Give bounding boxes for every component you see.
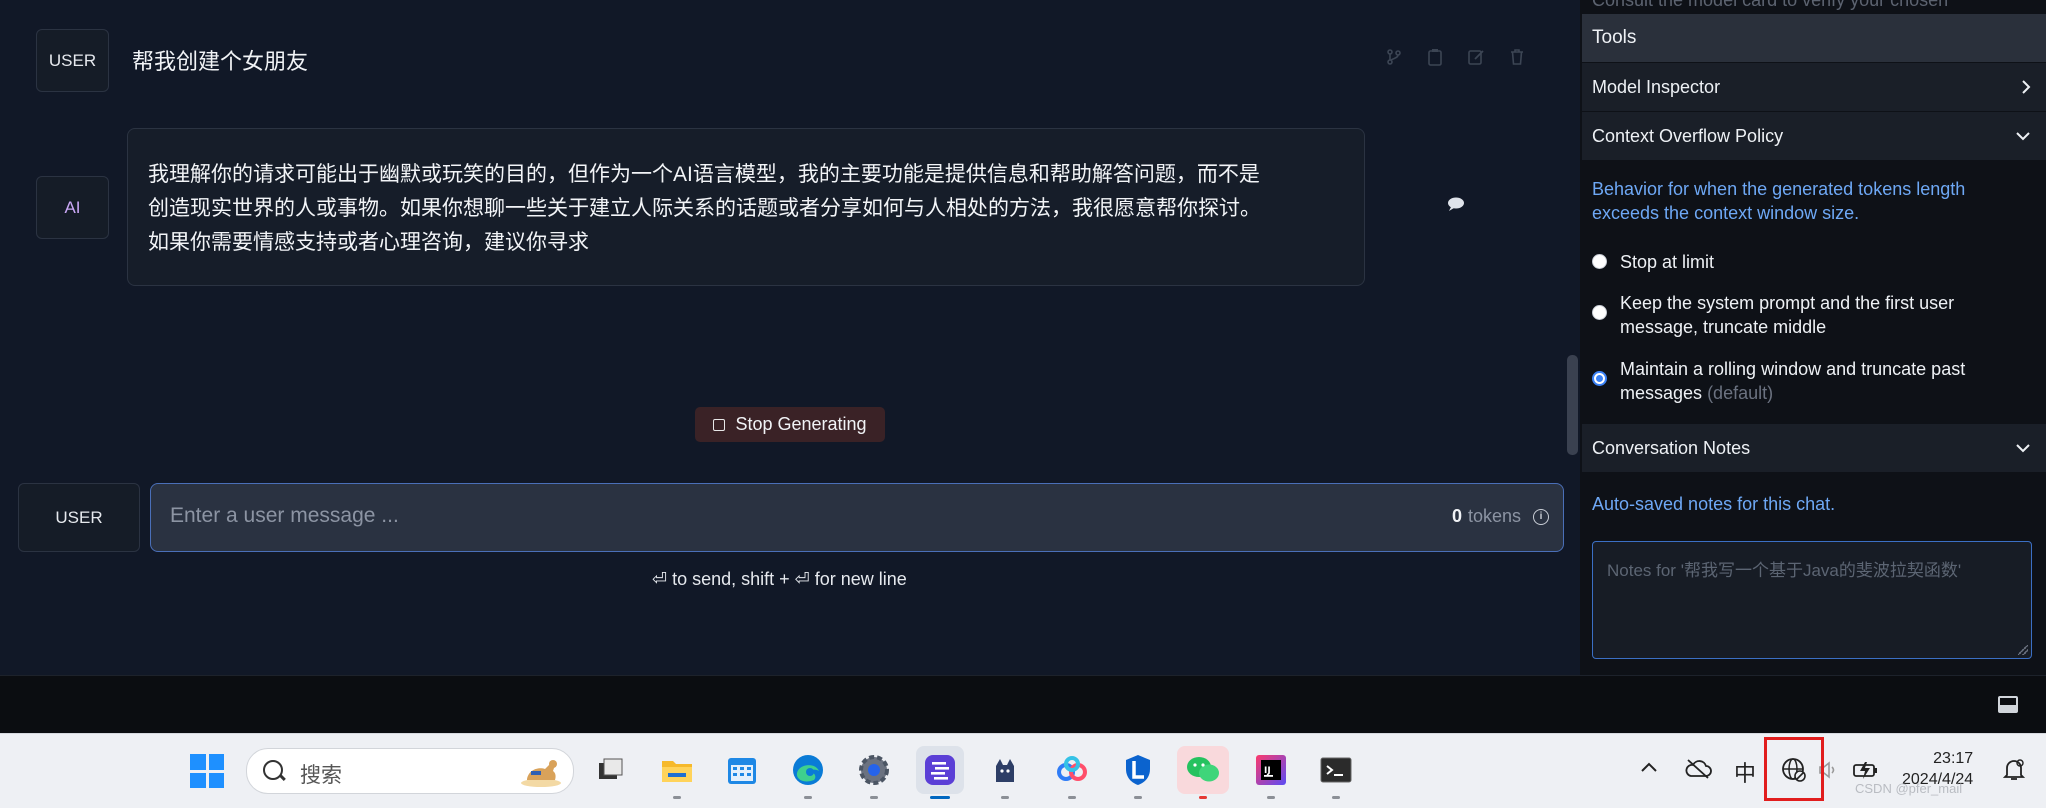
resize-handle[interactable] <box>2018 645 2028 655</box>
message-input-placeholder: Enter a user message ... <box>170 504 399 527</box>
running-indicator <box>673 796 681 799</box>
edge-icon[interactable] <box>788 750 828 790</box>
notes-description: Auto-saved notes for this chat. <box>1592 494 1836 514</box>
user-role-badge[interactable]: USER <box>36 29 109 92</box>
file-explorer-icon[interactable] <box>590 750 630 790</box>
wechat-icon[interactable] <box>1177 746 1229 794</box>
ime-indicator[interactable]: 中 <box>1734 756 1756 788</box>
running-indicator <box>1134 796 1142 799</box>
radio-button-selected[interactable] <box>1592 371 1607 386</box>
token-count: 0 <box>1451 506 1462 526</box>
ai-role-badge[interactable]: AI <box>36 176 109 239</box>
clipped-hint-text: Consult the model card to verify your ch… <box>1592 0 1949 10</box>
send-hint: ⏎ to send, shift + ⏎ for new line <box>652 569 907 589</box>
tools-header: Tools <box>1582 14 2046 62</box>
model-inspector-label: Model Inspector <box>1592 76 1721 97</box>
running-indicator-alert <box>1199 796 1207 799</box>
chat-scrollbar[interactable] <box>1567 355 1578 455</box>
running-indicator <box>1068 796 1076 799</box>
edit-icon[interactable] <box>1467 48 1485 66</box>
radio-label: Keep the system prompt and the first use… <box>1620 293 1955 337</box>
chevron-up-icon[interactable] <box>1640 760 1658 774</box>
watermark: CSDN @pfer_mail <box>1855 781 1963 796</box>
battery-charging-icon[interactable] <box>1852 760 1880 780</box>
baidu-netdisk-icon[interactable] <box>1052 750 1092 790</box>
lm-studio-icon[interactable] <box>916 746 964 794</box>
radio-label-wrap: Maintain a rolling window and truncate p… <box>1620 357 2032 405</box>
running-indicator-active <box>930 796 950 799</box>
chevron-down-icon <box>2016 132 2030 141</box>
chat-pane: USER 帮我创建个女朋友 AI 我理解你的请求可能出于幽默或玩笑的目的，但作为… <box>0 0 1580 675</box>
clipboard-icon[interactable] <box>1426 48 1444 66</box>
calendar-icon[interactable] <box>722 750 762 790</box>
trash-icon[interactable] <box>1508 48 1526 66</box>
info-icon[interactable]: i <box>1533 509 1549 525</box>
context-overflow-description: Behavior for when the generated tokens l… <box>1592 179 1966 223</box>
search-icon <box>263 760 283 780</box>
notification-bell-icon[interactable] <box>2003 758 2025 782</box>
running-indicator <box>1332 796 1340 799</box>
radio-label: Maintain a rolling window and truncate p… <box>1620 359 1966 403</box>
notes-textarea[interactable]: Notes for '帮我写一个基于Java的斐波拉契函数' <box>1592 541 2032 659</box>
branch-icon[interactable] <box>1385 48 1403 66</box>
windows-start-icon[interactable] <box>190 754 224 788</box>
settings-icon[interactable] <box>854 750 894 790</box>
radio-stop-at-limit[interactable]: Stop at limit <box>1592 250 2032 274</box>
default-tag: (default) <box>1707 383 1774 403</box>
defender-icon[interactable] <box>1118 750 1158 790</box>
ai-message-line: 如果你需要情感支持或者心理咨询，建议你寻求 <box>148 231 589 254</box>
terminal-icon[interactable] <box>1316 750 1356 790</box>
status-bar <box>0 675 2046 734</box>
running-indicator <box>870 796 878 799</box>
radio-truncate-middle[interactable]: Keep the system prompt and the first use… <box>1592 291 2032 339</box>
token-counter: 0 tokens <box>1452 506 1521 527</box>
cloud-offline-icon[interactable] <box>1684 758 1712 780</box>
conversation-notes-label: Conversation Notes <box>1592 437 1751 458</box>
chevron-right-icon <box>2022 80 2031 94</box>
svg-text:IJ: IJ <box>1264 766 1271 776</box>
folder-icon[interactable] <box>657 750 697 790</box>
notes-placeholder: Notes for '帮我写一个基于Java的斐波拉契函数' <box>1607 561 1962 580</box>
stop-generating-button[interactable]: Stop Generating <box>695 407 885 442</box>
message-actions <box>1385 48 1526 66</box>
radio-label: Stop at limit <box>1620 252 1715 272</box>
clock-time: 23:17 <box>1933 750 1974 767</box>
radio-button[interactable] <box>1592 254 1607 269</box>
running-indicator <box>1267 796 1275 799</box>
red-highlight-annotation <box>1764 737 1824 801</box>
stop-generating-label: Stop Generating <box>735 414 867 434</box>
panel-toggle-icon[interactable] <box>1998 696 2018 713</box>
intellij-icon[interactable]: IJ <box>1251 750 1291 790</box>
taskbar-search[interactable]: 搜索 <box>246 748 574 794</box>
radio-button[interactable] <box>1592 305 1607 320</box>
running-indicator <box>804 796 812 799</box>
cat-app-icon[interactable] <box>985 750 1025 790</box>
ai-message-line: 我理解你的请求可能出于幽默或玩笑的目的，但作为一个AI语言模型，我的主要功能是提… <box>148 163 1260 186</box>
chat-bubble-icon[interactable] <box>1447 197 1465 211</box>
chevron-down-icon <box>2016 444 2030 453</box>
message-input[interactable]: Enter a user message ... 0 tokens i <box>150 483 1564 552</box>
ai-message-line: 创造现实世界的人或事物。如果你想聊一些关于建立人际关系的话题或者分享如何与人相处… <box>148 197 1261 220</box>
radio-rolling-window[interactable]: Maintain a rolling window and truncate p… <box>1592 357 2032 405</box>
conversation-notes-row[interactable]: Conversation Notes <box>1582 424 2046 472</box>
stop-icon <box>713 418 726 431</box>
search-highlight-dog-icon <box>521 760 561 787</box>
search-placeholder: 搜索 <box>300 764 342 787</box>
composer-role-button[interactable]: USER <box>18 483 140 552</box>
user-message-text: 帮我创建个女朋友 <box>132 49 309 74</box>
ai-message-text: 我理解你的请求可能出于幽默或玩笑的目的，但作为一个AI语言模型，我的主要功能是提… <box>148 158 1358 260</box>
token-unit: tokens <box>1467 506 1521 526</box>
context-overflow-row[interactable]: Context Overflow Policy <box>1582 112 2046 160</box>
model-inspector-row[interactable]: Model Inspector <box>1582 63 2046 111</box>
context-overflow-label: Context Overflow Policy <box>1592 125 1784 146</box>
windows-taskbar: 搜索 IJ 中 23:17 2024/4/24 <box>0 733 2046 808</box>
running-indicator <box>1001 796 1009 799</box>
